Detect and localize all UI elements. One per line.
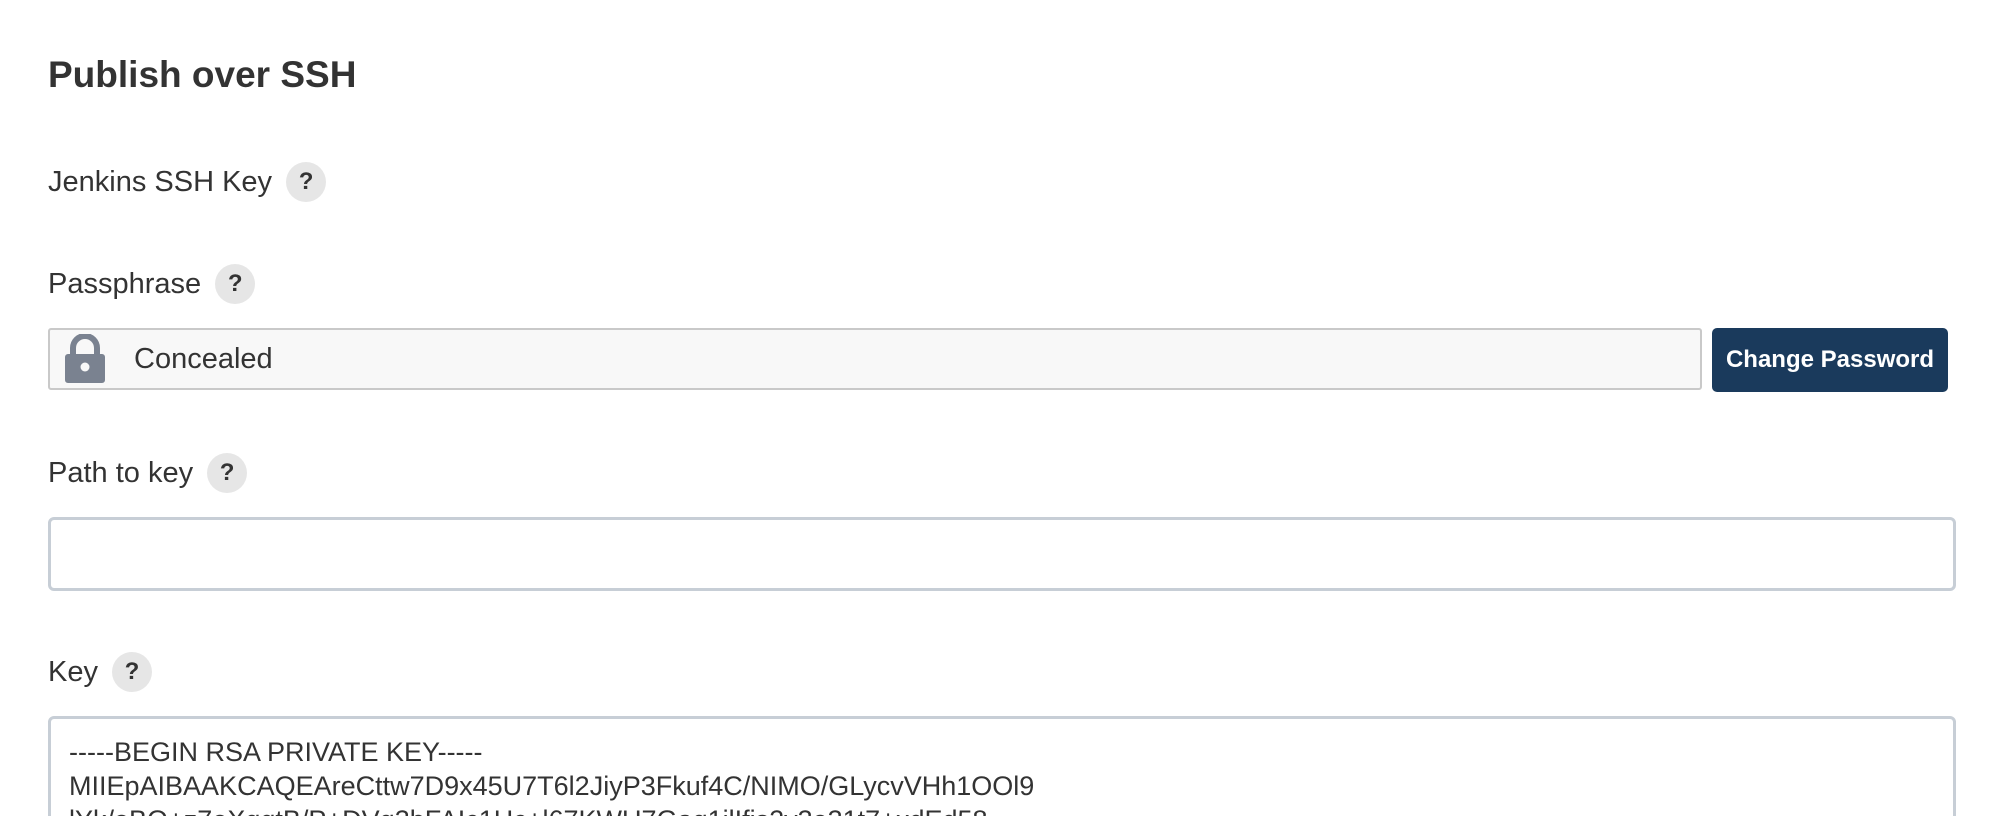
passphrase-help-icon[interactable]: ? — [215, 264, 256, 304]
path-to-key-label-row: Path to key ? — [48, 453, 248, 493]
path-to-key-help-icon[interactable]: ? — [207, 453, 248, 493]
publish-over-ssh-page: Publish over SSH Jenkins SSH Key ? Passp… — [0, 0, 2000, 816]
path-to-key-input[interactable] — [48, 517, 1956, 591]
key-textarea[interactable]: -----BEGIN RSA PRIVATE KEY----- MIIEpAIB… — [48, 716, 1956, 816]
passphrase-label: Passphrase — [48, 268, 202, 300]
key-label: Key — [48, 656, 98, 688]
key-help-icon[interactable]: ? — [111, 652, 152, 692]
lock-icon — [64, 333, 106, 384]
concealed-text: Concealed — [134, 342, 273, 375]
key-line: -----BEGIN RSA PRIVATE KEY----- — [69, 737, 483, 767]
key-label-row: Key ? — [48, 652, 152, 692]
passphrase-concealed-field: Concealed — [48, 328, 1702, 390]
change-password-button[interactable]: Change Password — [1712, 328, 1948, 392]
key-line: MIIEpAIBAAKCAQEAreCttw7D9x45U7T6l2JiyP3F… — [69, 771, 1035, 801]
section-title: Publish over SSH — [48, 54, 357, 95]
path-to-key-label: Path to key — [48, 457, 194, 489]
jenkins-ssh-key-help-icon[interactable]: ? — [286, 162, 327, 202]
jenkins-ssh-key-label-row: Jenkins SSH Key ? — [48, 162, 327, 202]
passphrase-label-row: Passphrase ? — [48, 264, 256, 304]
key-line: lYk/oBQ+z7eXqqtB/P+DVq3bFAIc1Hc+l67KWU7G… — [69, 803, 1935, 816]
jenkins-ssh-key-label: Jenkins SSH Key — [48, 166, 273, 198]
